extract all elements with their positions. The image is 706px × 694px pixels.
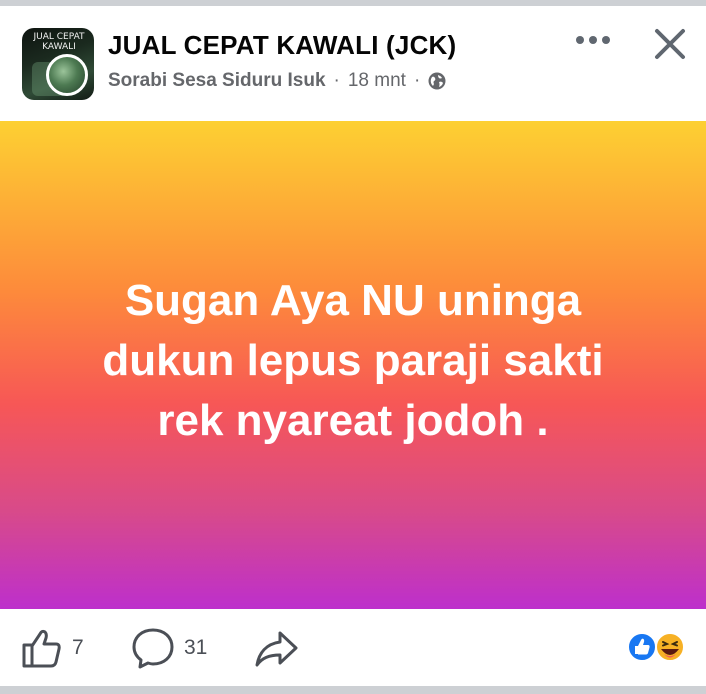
like-reaction-icon (627, 632, 657, 662)
post-meta: Sorabi Sesa Siduru Isuk · 18 mnt · (108, 70, 446, 92)
comment-count: 31 (184, 636, 208, 659)
bottom-divider (0, 686, 706, 694)
post-header: JUAL CEPAT KAWALI JUAL CEPAT KAWALI (JCK… (0, 6, 706, 118)
more-options-button[interactable] (572, 26, 616, 54)
avatar-text: JUAL CEPAT KAWALI (33, 32, 85, 52)
post-background: Sugan Aya NU uninga dukun lepus paraji s… (0, 121, 706, 609)
globe-icon (428, 72, 446, 90)
action-bar: 7 31 (0, 612, 706, 686)
comment-button[interactable]: 31 (130, 626, 207, 670)
post-card: JUAL CEPAT KAWALI JUAL CEPAT KAWALI (JCK… (0, 0, 706, 694)
meta-separator: · (333, 70, 340, 91)
meta-separator-2: · (413, 70, 421, 91)
post-text: Sugan Aya NU uninga dukun lepus paraji s… (102, 276, 604, 445)
thumbs-up-icon (22, 629, 61, 668)
reactions-summary[interactable] (626, 630, 688, 664)
comment-bubble-icon (132, 628, 174, 669)
author-name[interactable]: Sorabi Sesa Siduru Isuk (108, 70, 326, 92)
close-button[interactable] (650, 24, 690, 64)
like-button[interactable]: 7 (20, 626, 84, 670)
like-count: 7 (72, 636, 84, 659)
group-name[interactable]: JUAL CEPAT KAWALI (JCK) (108, 30, 456, 61)
share-arrow-icon (255, 631, 298, 667)
share-button[interactable] (252, 626, 300, 670)
author-avatar[interactable] (46, 54, 88, 96)
close-icon (655, 29, 685, 59)
haha-reaction-icon (655, 632, 685, 662)
post-time[interactable]: 18 mnt (348, 70, 406, 92)
more-horizontal-icon (576, 36, 610, 44)
